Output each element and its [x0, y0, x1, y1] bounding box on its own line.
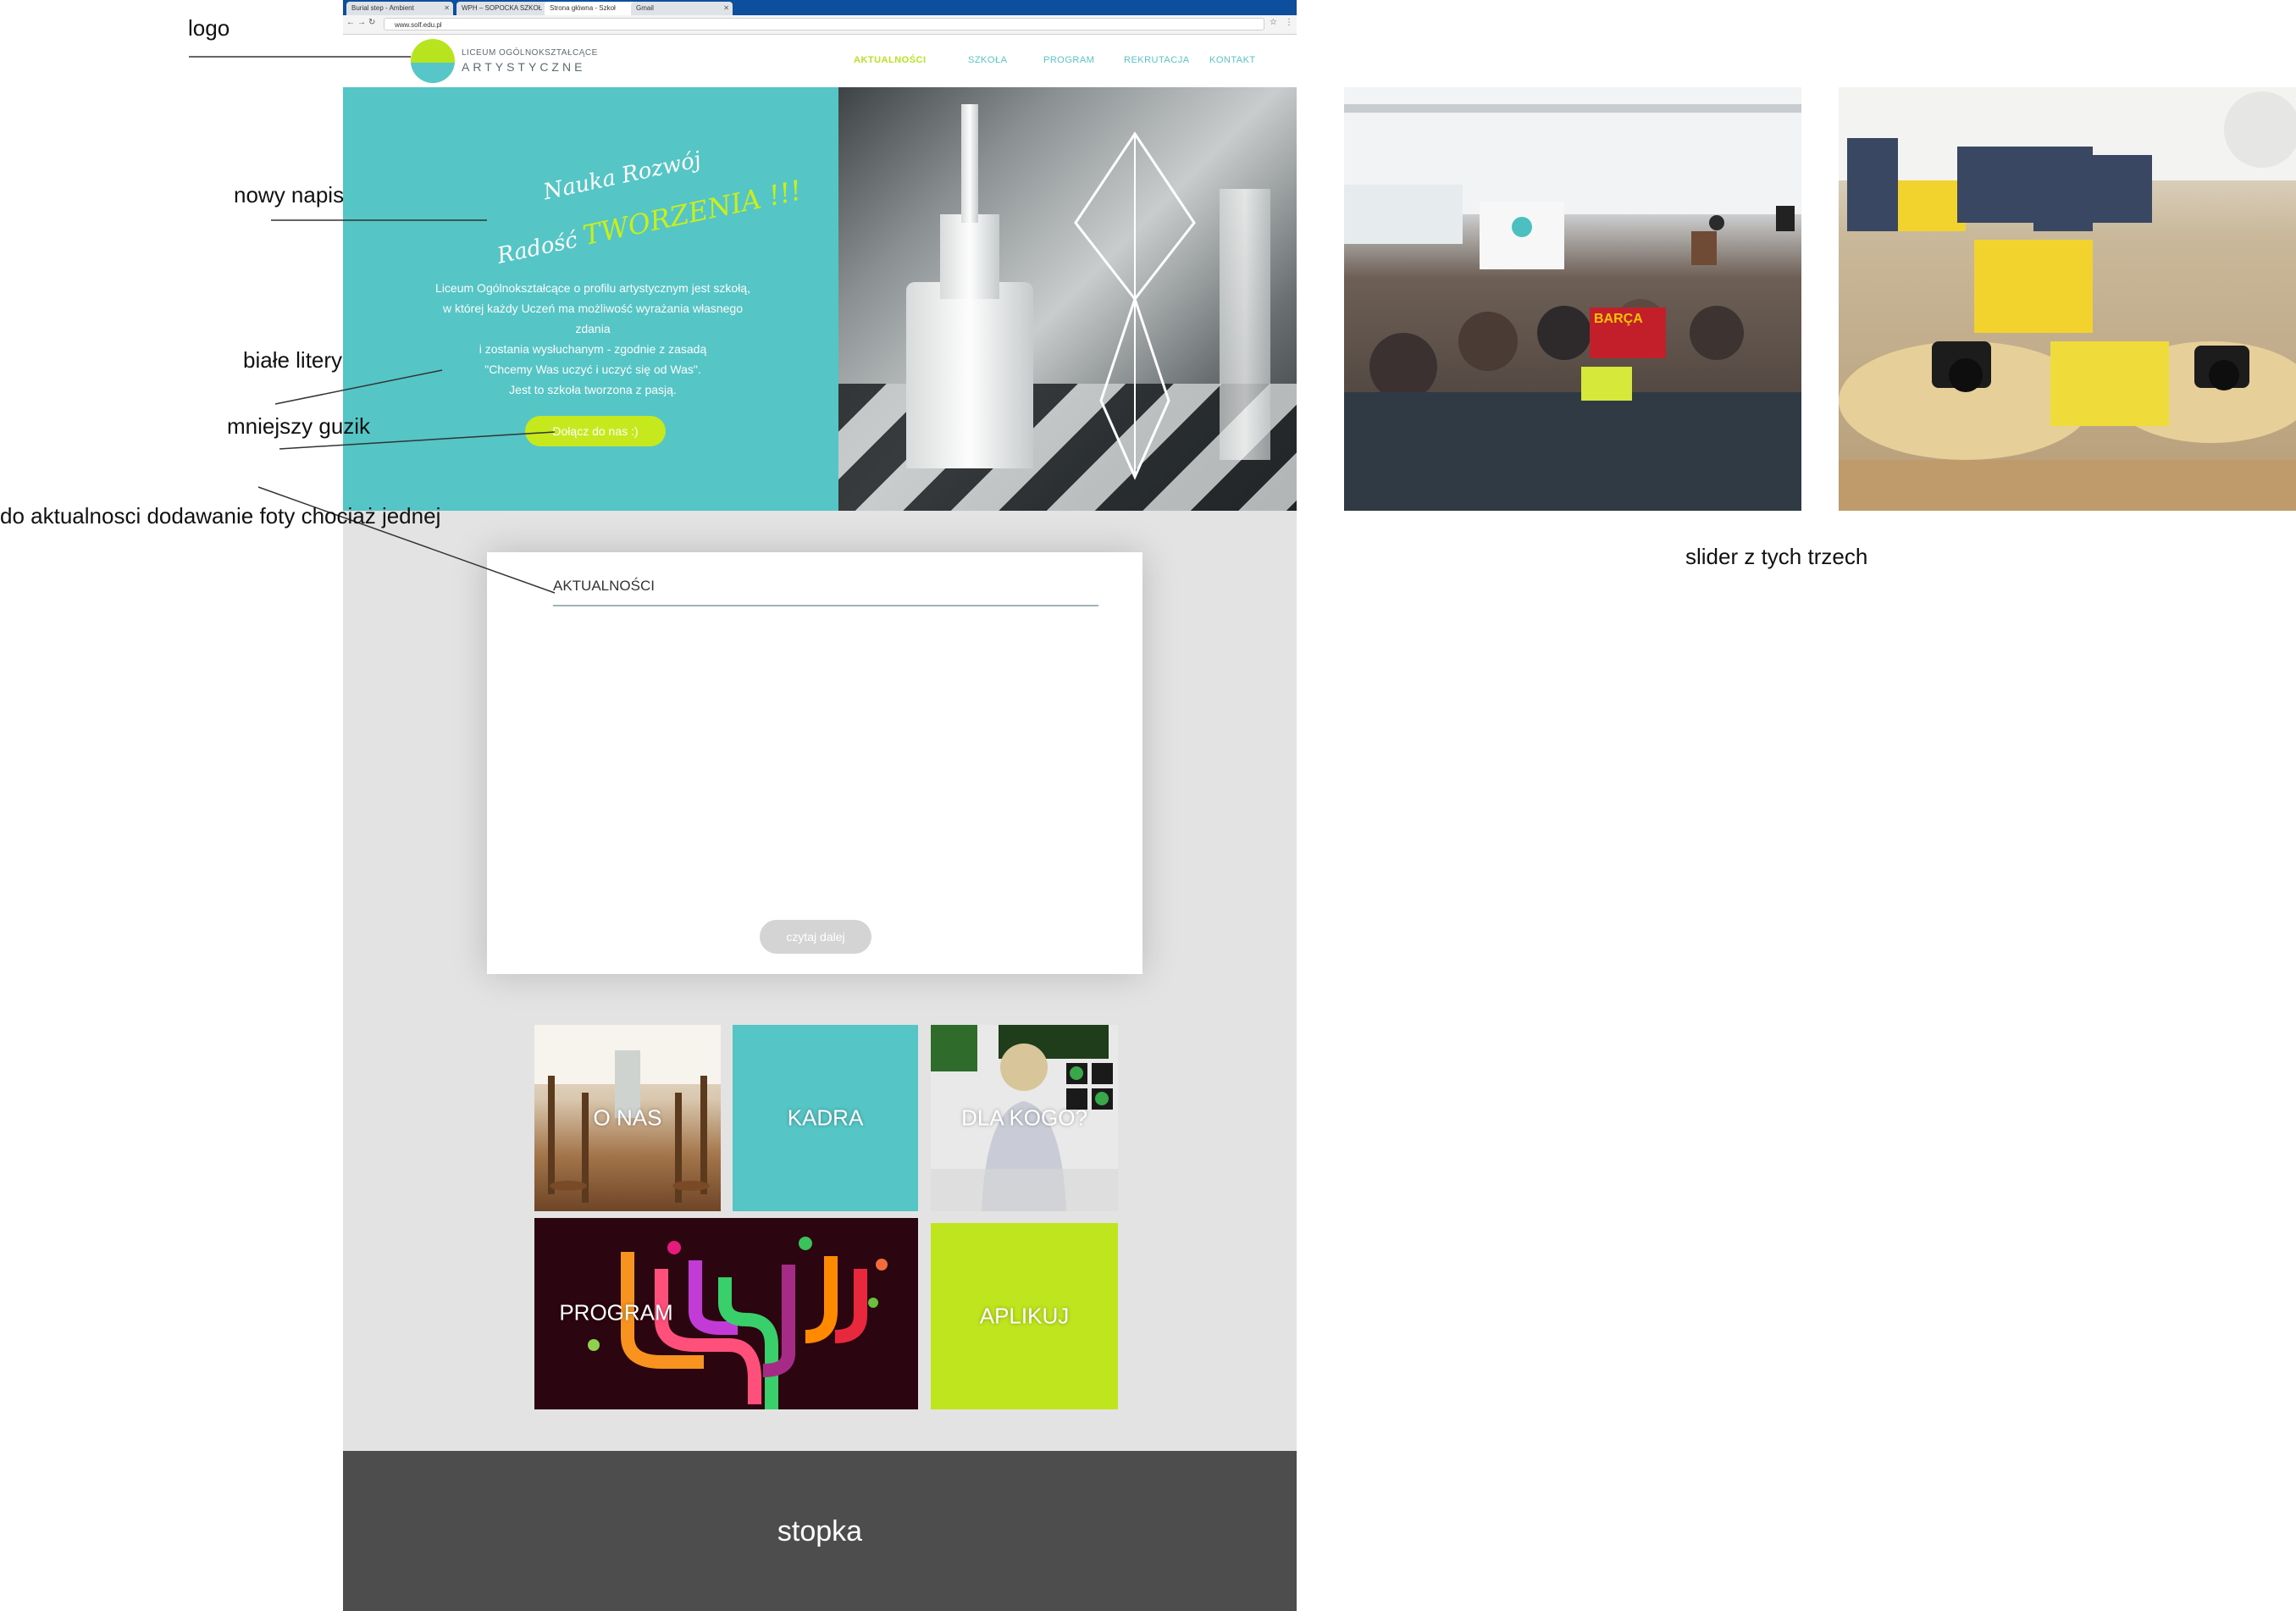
- annotation-leaders: [189, 56, 556, 594]
- annotation-smaller-button: mniejszy guzik: [227, 413, 371, 439]
- annotation-white-letters: białe litery: [243, 347, 343, 373]
- annotation-new-caption: nowy napis: [234, 182, 345, 208]
- annotation-slider: slider z tych trzech: [1685, 544, 1868, 569]
- annotation-news-photo: do aktualnosci dodawanie foty chociaż je…: [0, 503, 441, 529]
- annotation-logo: logo: [188, 15, 230, 41]
